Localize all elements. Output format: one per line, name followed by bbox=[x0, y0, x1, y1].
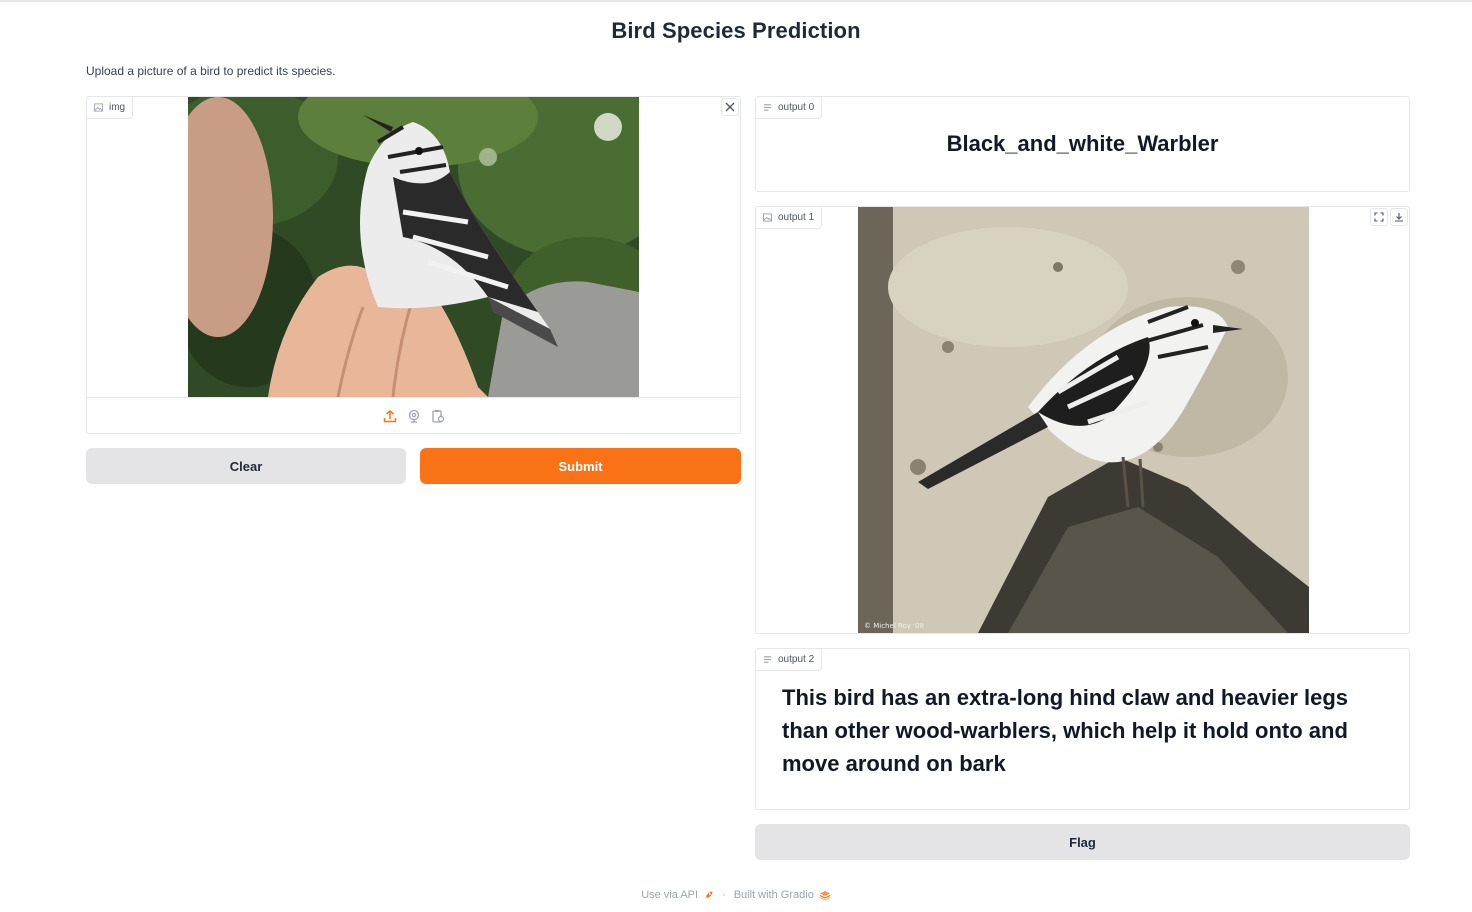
input-label-chip: img bbox=[87, 97, 134, 119]
photo-credit: © Michel Roy '08 bbox=[864, 622, 924, 630]
input-bird-photo bbox=[188, 97, 639, 397]
submit-button[interactable]: Submit bbox=[420, 448, 741, 484]
rocket-icon bbox=[705, 891, 713, 899]
footer-separator: · bbox=[722, 889, 726, 901]
api-link[interactable]: Use via API bbox=[641, 889, 714, 901]
source-selector bbox=[87, 397, 740, 433]
clear-image-button[interactable] bbox=[721, 98, 739, 116]
textbox-icon bbox=[763, 656, 772, 663]
image-icon bbox=[763, 213, 772, 222]
webcam-icon[interactable] bbox=[407, 409, 421, 423]
upload-icon[interactable] bbox=[383, 409, 397, 423]
output-2-label-chip: output 2 bbox=[756, 649, 823, 671]
gradio-logo-icon bbox=[819, 890, 831, 901]
image-icon bbox=[94, 103, 103, 112]
fullscreen-button[interactable] bbox=[1370, 208, 1388, 226]
output-0-panel: output 0 Black_and_white_Warbler bbox=[755, 96, 1410, 192]
footer: Use via API · Built with Gradio bbox=[0, 889, 1472, 901]
input-label: img bbox=[109, 102, 126, 113]
page-title: Bird Species Prediction bbox=[611, 18, 861, 43]
close-icon bbox=[725, 102, 735, 112]
input-image-panel[interactable]: img bbox=[86, 96, 741, 434]
gradio-link-text: Built with Gradio bbox=[733, 889, 814, 901]
output-0-label-chip: output 0 bbox=[756, 97, 823, 119]
output-1-label-chip: output 1 bbox=[756, 207, 823, 229]
fullscreen-icon bbox=[1374, 212, 1384, 222]
output-0-label: output 0 bbox=[778, 102, 815, 113]
clear-button[interactable]: Clear bbox=[86, 448, 406, 484]
page-description: Upload a picture of a bird to predict it… bbox=[86, 64, 336, 78]
output-2-panel: output 2 This bird has an extra-long hin… bbox=[755, 648, 1410, 810]
download-icon bbox=[1395, 213, 1403, 222]
clipboard-icon[interactable] bbox=[431, 409, 445, 423]
top-divider bbox=[0, 0, 1472, 2]
predicted-species: Black_and_white_Warbler bbox=[946, 131, 1219, 156]
bird-fact-text: This bird has an extra-long hind claw an… bbox=[782, 685, 1349, 776]
flag-button[interactable]: Flag bbox=[755, 824, 1410, 860]
output-1-panel: © Michel Roy '08 output 1 bbox=[755, 206, 1410, 634]
output-2-label: output 2 bbox=[778, 654, 815, 665]
textbox-icon bbox=[763, 104, 772, 111]
download-button[interactable] bbox=[1390, 208, 1408, 226]
output-bird-photo: © Michel Roy '08 bbox=[858, 207, 1309, 633]
gradio-link[interactable]: Built with Gradio bbox=[734, 889, 831, 901]
output-1-label: output 1 bbox=[778, 212, 815, 223]
api-link-text: Use via API bbox=[641, 889, 699, 901]
